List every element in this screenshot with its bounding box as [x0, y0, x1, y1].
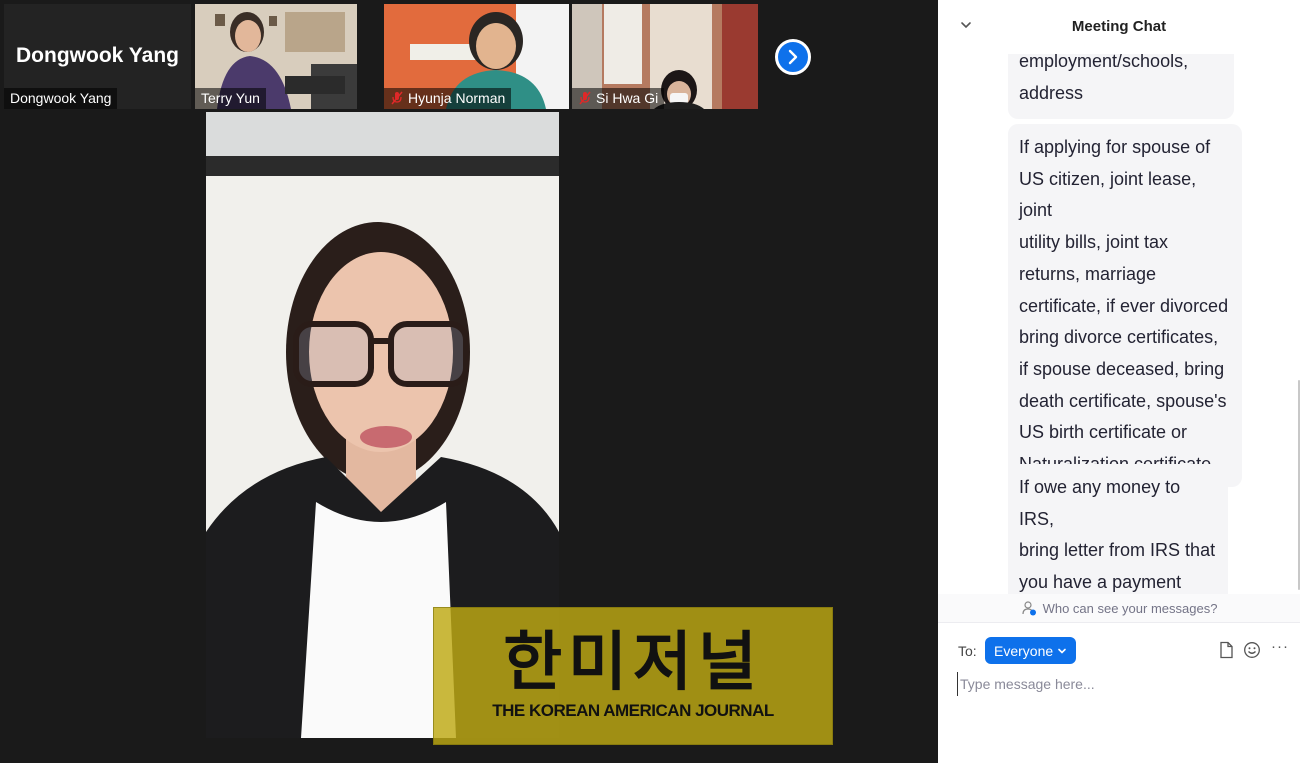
- chevron-down-icon: [1058, 648, 1066, 654]
- muted-mic-icon: [391, 91, 403, 105]
- chat-title: Meeting Chat: [1071, 17, 1167, 35]
- logo-english-text: THE KOREAN AMERICAN JOURNAL: [492, 701, 774, 720]
- participant-name: Dongwook Yang: [10, 90, 112, 106]
- participant-name-label: Dongwook Yang: [4, 88, 118, 109]
- chat-message: employment/schools, address: [1008, 54, 1234, 120]
- message-visibility-link[interactable]: Who can see your messages?: [938, 594, 1300, 622]
- participant-display-name: Dongwook Yang: [16, 44, 179, 67]
- chat-header: Meeting Chat: [938, 0, 1300, 54]
- chat-compose-area: To: Everyone ···: [938, 622, 1300, 763]
- participant-tile-si-hwa-gi[interactable]: Si Hwa Gi: [572, 4, 758, 109]
- zoom-meeting-window: Dongwook Yang Dongwook Yang Terry Yun Hy…: [0, 0, 1300, 763]
- chat-message-text: employment/schools, address: [1019, 54, 1189, 103]
- visibility-note-text: Who can see your messages?: [1042, 600, 1218, 616]
- chat-message-text: If applying for spouse of US citizen, jo…: [1019, 137, 1229, 474]
- participant-name-label: Si Hwa Gi: [572, 88, 665, 109]
- meeting-chat-panel: Meeting Chat employment/schools, address…: [938, 0, 1300, 763]
- muted-mic-icon: [579, 91, 591, 105]
- participant-tile-hyunja-norman[interactable]: Hyunja Norman: [384, 4, 569, 109]
- participant-tile-dongwook-yang[interactable]: Dongwook Yang Dongwook Yang: [4, 4, 191, 109]
- participant-tile-terry-yun[interactable]: Terry Yun: [195, 4, 357, 109]
- chevron-down-icon[interactable]: [958, 17, 974, 33]
- participant-name: Hyunja Norman: [408, 90, 506, 106]
- participant-name-label: Hyunja Norman: [384, 88, 512, 109]
- file-icon[interactable]: [1217, 641, 1235, 659]
- korean-american-journal-logo: 한미저널 THE KOREAN AMERICAN JOURNAL: [433, 607, 833, 745]
- logo-korean-text: 한미저널: [503, 626, 763, 700]
- chat-message-list[interactable]: employment/schools, address If applying …: [938, 54, 1300, 594]
- to-label: To:: [958, 643, 977, 659]
- chevron-right-icon: [788, 49, 798, 65]
- message-input[interactable]: [957, 672, 1287, 696]
- chat-message: If owe any money to IRS, bring letter fr…: [1008, 464, 1228, 594]
- participant-name-label: Terry Yun: [195, 88, 266, 109]
- recipient-dropdown[interactable]: Everyone: [985, 637, 1077, 664]
- chat-message: If applying for spouse of US citizen, jo…: [1008, 124, 1242, 487]
- person-visibility-icon: [1021, 601, 1036, 616]
- participant-name: Si Hwa Gi: [596, 90, 659, 106]
- emoji-icon[interactable]: [1243, 641, 1261, 659]
- more-options-icon[interactable]: ···: [1271, 638, 1289, 656]
- next-participants-button[interactable]: [775, 39, 811, 75]
- video-area: Dongwook Yang Dongwook Yang Terry Yun Hy…: [0, 0, 938, 763]
- participant-name: Terry Yun: [201, 90, 260, 106]
- recipient-value: Everyone: [994, 642, 1054, 659]
- chat-message-text: If owe any money to IRS, bring letter fr…: [1019, 477, 1216, 593]
